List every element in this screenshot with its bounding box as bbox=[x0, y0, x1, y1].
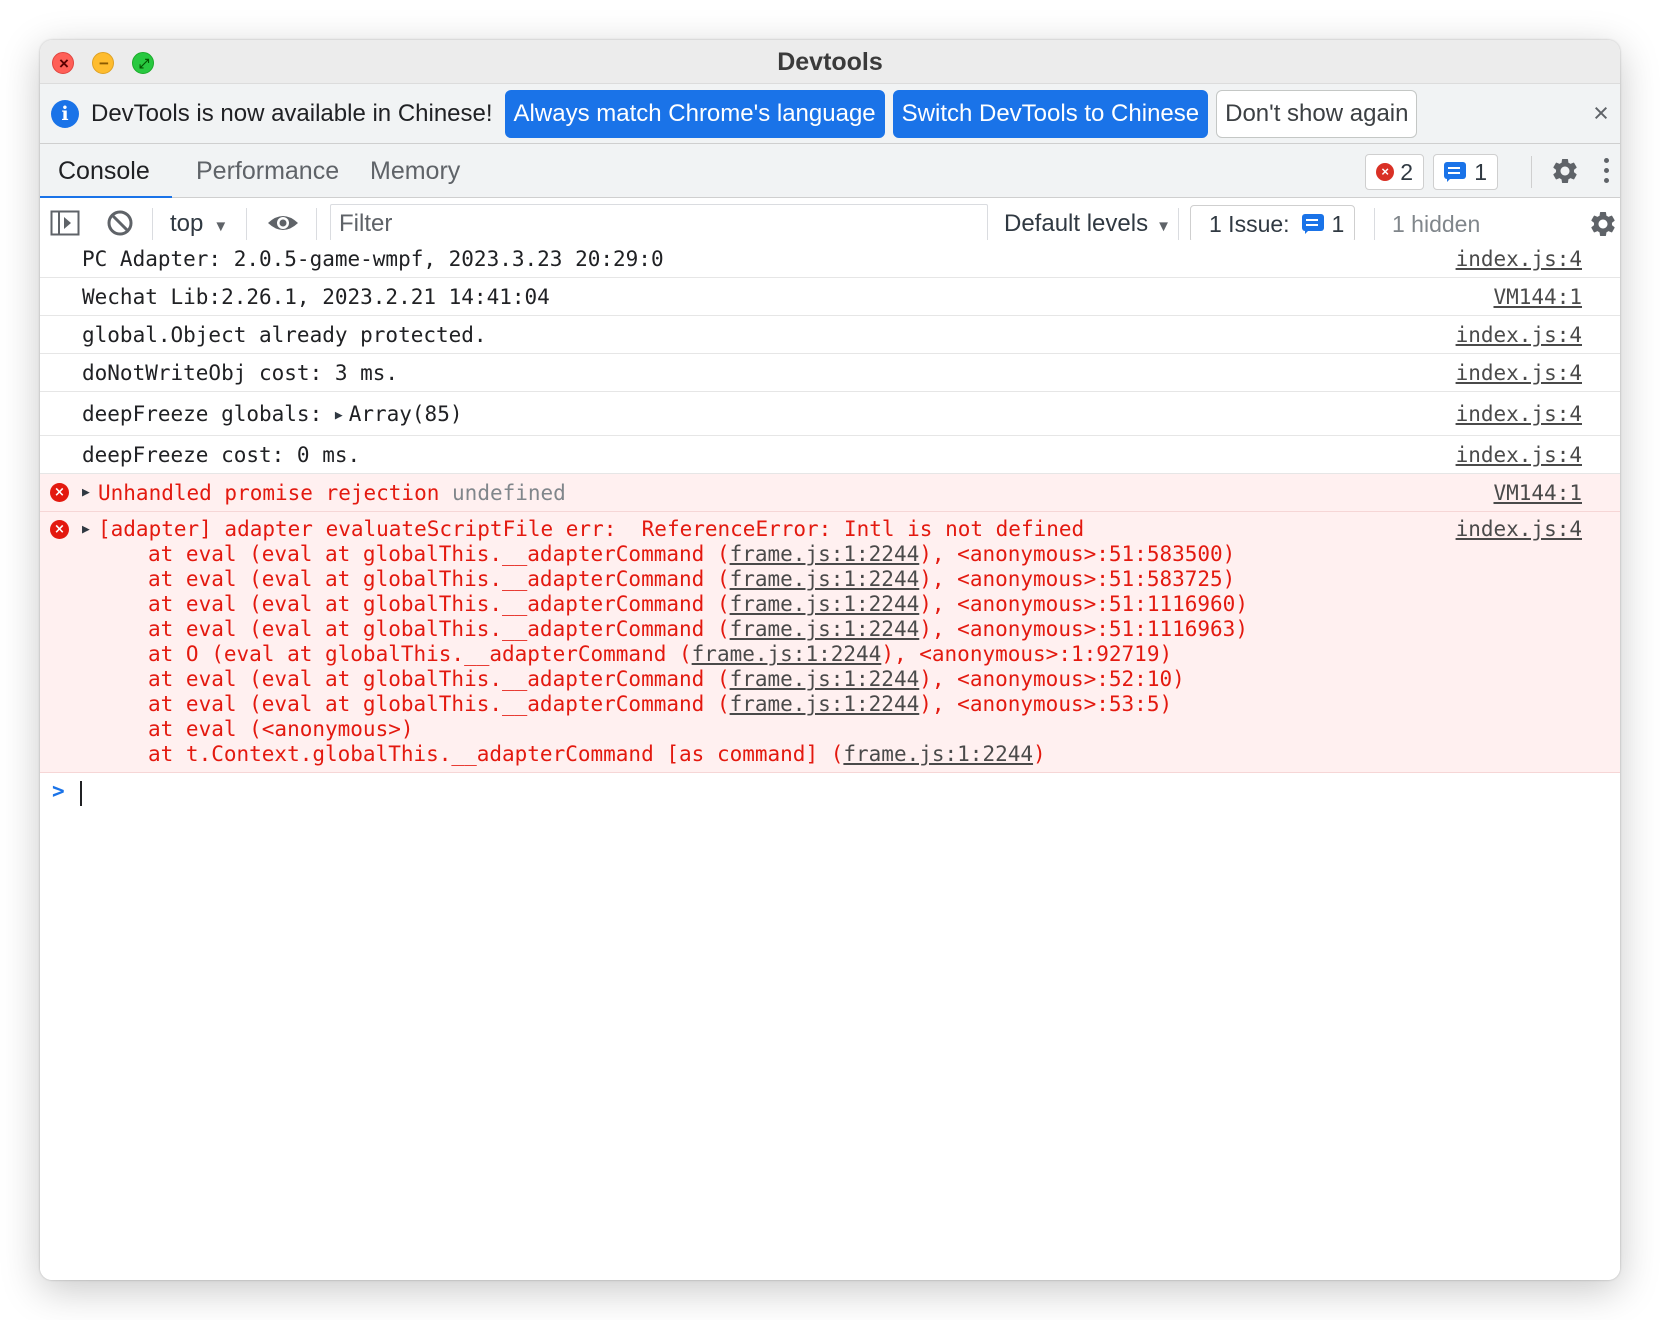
source-link[interactable]: VM144:1 bbox=[1493, 474, 1582, 512]
stack-link[interactable]: frame.js:1:2244 bbox=[730, 667, 920, 691]
source-link[interactable]: index.js:4 bbox=[1456, 517, 1582, 542]
stack-line: at eval (eval at globalThis.__adapterCom… bbox=[148, 617, 1248, 641]
console-prompt[interactable]: > bbox=[40, 773, 1620, 813]
source-link[interactable]: index.js:4 bbox=[1456, 240, 1582, 278]
prompt-chevron-icon: > bbox=[52, 779, 65, 803]
dropdown-arrow-icon: ▼ bbox=[213, 218, 229, 235]
error-icon: × bbox=[50, 520, 69, 539]
console-settings-gear-icon[interactable] bbox=[1588, 209, 1618, 239]
divider bbox=[152, 208, 153, 240]
log-text: doNotWriteObj cost: 3 ms. bbox=[82, 361, 399, 385]
clear-console-icon[interactable] bbox=[106, 209, 134, 237]
expand-triangle-icon[interactable]: ▶ bbox=[82, 517, 90, 542]
window-title: Devtools bbox=[777, 48, 883, 76]
stack-line: at eval (eval at globalThis.__adapterCom… bbox=[148, 592, 1248, 616]
log-message: deepFreeze cost: 0 ms. index.js:4 bbox=[40, 436, 1620, 474]
console-messages: PC Adapter: 2.0.5-game-wmpf, 2023.3.23 2… bbox=[40, 240, 1620, 1280]
error-text: [adapter] adapter evaluateScriptFile err… bbox=[98, 517, 1085, 541]
stack-line: at eval (eval at globalThis.__adapterCom… bbox=[148, 542, 1236, 566]
error-detail: undefined bbox=[452, 481, 566, 505]
text-caret bbox=[80, 781, 82, 806]
tab-performance[interactable]: Performance bbox=[196, 144, 339, 198]
issues-button[interactable]: 1 Issue: 1 bbox=[1190, 205, 1356, 243]
stack-line: at eval (<anonymous>) bbox=[148, 717, 414, 741]
context-value: top bbox=[170, 210, 204, 237]
log-text: deepFreeze globals: bbox=[82, 402, 335, 426]
expand-triangle-icon[interactable]: ▶ bbox=[82, 474, 90, 512]
info-icon: i bbox=[51, 99, 79, 128]
live-expression-eye-icon[interactable] bbox=[266, 209, 300, 237]
settings-gear-icon[interactable] bbox=[1550, 156, 1580, 186]
stack-line: at t.Context.globalThis.__adapterCommand… bbox=[148, 742, 1046, 766]
devtools-window: × − ⤢ Devtools i DevTools is now availab… bbox=[40, 40, 1620, 1280]
log-message: deepFreeze globals: ▶ Array(85) index.js:… bbox=[40, 392, 1620, 436]
stack-link[interactable]: frame.js:1:2244 bbox=[730, 542, 920, 566]
error-count: 2 bbox=[1400, 158, 1413, 185]
log-message: global.Object already protected. index.j… bbox=[40, 316, 1620, 354]
stack-link[interactable]: frame.js:1:2244 bbox=[730, 692, 920, 716]
panel-tab-bar: Console Performance Memory × 2 1 bbox=[40, 144, 1620, 199]
source-link[interactable]: index.js:4 bbox=[1456, 392, 1582, 436]
stack-link[interactable]: frame.js:1:2244 bbox=[692, 642, 882, 666]
stack-link[interactable]: frame.js:1:2244 bbox=[730, 592, 920, 616]
stack-link[interactable]: frame.js:1:2244 bbox=[730, 567, 920, 591]
array-preview[interactable]: Array(85) bbox=[349, 402, 463, 426]
source-link[interactable]: index.js:4 bbox=[1456, 316, 1582, 354]
stack-line: at eval (eval at globalThis.__adapterCom… bbox=[148, 667, 1185, 691]
filter-input[interactable] bbox=[330, 204, 988, 244]
dont-show-again-button[interactable]: Don't show again bbox=[1216, 89, 1418, 138]
error-icon: × bbox=[50, 483, 69, 502]
expand-triangle-icon[interactable]: ▶ bbox=[335, 394, 343, 438]
source-link[interactable]: VM144:1 bbox=[1493, 278, 1582, 316]
infobar-close-icon[interactable]: × bbox=[1586, 98, 1616, 128]
tab-console[interactable]: Console bbox=[40, 144, 172, 199]
title-bar: × − ⤢ Devtools bbox=[40, 40, 1620, 84]
error-counter-button[interactable]: × 2 bbox=[1365, 154, 1424, 190]
stack-line: at O (eval at globalThis.__adapterComman… bbox=[148, 642, 1173, 666]
log-text: deepFreeze cost: 0 ms. bbox=[82, 443, 361, 467]
tab-memory[interactable]: Memory bbox=[370, 144, 460, 198]
log-message: Wechat Lib:2.26.1, 2023.2.21 14:41:04 VM… bbox=[40, 278, 1620, 316]
issue-message-icon bbox=[1301, 214, 1324, 234]
divider bbox=[246, 208, 247, 240]
switch-to-chinese-button[interactable]: Switch DevTools to Chinese bbox=[892, 89, 1209, 138]
issue-message-icon bbox=[1444, 162, 1467, 182]
log-text: global.Object already protected. bbox=[82, 323, 487, 347]
source-link[interactable]: index.js:4 bbox=[1456, 436, 1582, 474]
stack-link[interactable]: frame.js:1:2244 bbox=[730, 617, 920, 641]
always-match-language-button[interactable]: Always match Chrome's language bbox=[504, 89, 885, 138]
error-icon: × bbox=[1376, 163, 1395, 181]
divider bbox=[316, 208, 317, 240]
error-message: × ▶ Unhandled promise rejection undefine… bbox=[40, 474, 1620, 512]
issue-counter-button[interactable]: 1 bbox=[1433, 154, 1498, 190]
divider bbox=[1374, 208, 1375, 240]
stack-link[interactable]: frame.js:1:2244 bbox=[843, 742, 1033, 766]
dropdown-arrow-icon: ▼ bbox=[1156, 218, 1171, 235]
stack-line: at eval (eval at globalThis.__adapterCom… bbox=[148, 567, 1236, 591]
issues-label: 1 Issue: bbox=[1209, 210, 1290, 237]
log-text: PC Adapter: 2.0.5-game-wmpf, 2023.3.23 2… bbox=[82, 247, 664, 271]
error-text: Unhandled promise rejection bbox=[98, 481, 440, 505]
error-message: × ▶ [adapter] adapter evaluateScriptFile… bbox=[40, 512, 1620, 773]
issues-count: 1 bbox=[1331, 210, 1345, 237]
levels-label: Default levels bbox=[1004, 210, 1149, 237]
language-infobar: i DevTools is now available in Chinese! … bbox=[40, 84, 1620, 144]
source-link[interactable]: index.js:4 bbox=[1456, 354, 1582, 392]
infobar-message: DevTools is now available in Chinese! bbox=[91, 99, 493, 127]
log-message: doNotWriteObj cost: 3 ms. index.js:4 bbox=[40, 354, 1620, 392]
log-message: PC Adapter: 2.0.5-game-wmpf, 2023.3.23 2… bbox=[40, 240, 1620, 278]
log-text: Wechat Lib:2.26.1, 2023.2.21 14:41:04 bbox=[82, 285, 550, 309]
show-sidebar-icon[interactable] bbox=[50, 209, 80, 237]
divider bbox=[1178, 208, 1179, 240]
issue-count: 1 bbox=[1474, 158, 1487, 185]
divider bbox=[1531, 156, 1532, 188]
more-options-icon[interactable] bbox=[1602, 156, 1610, 186]
stack-line: at eval (eval at globalThis.__adapterCom… bbox=[148, 692, 1173, 716]
